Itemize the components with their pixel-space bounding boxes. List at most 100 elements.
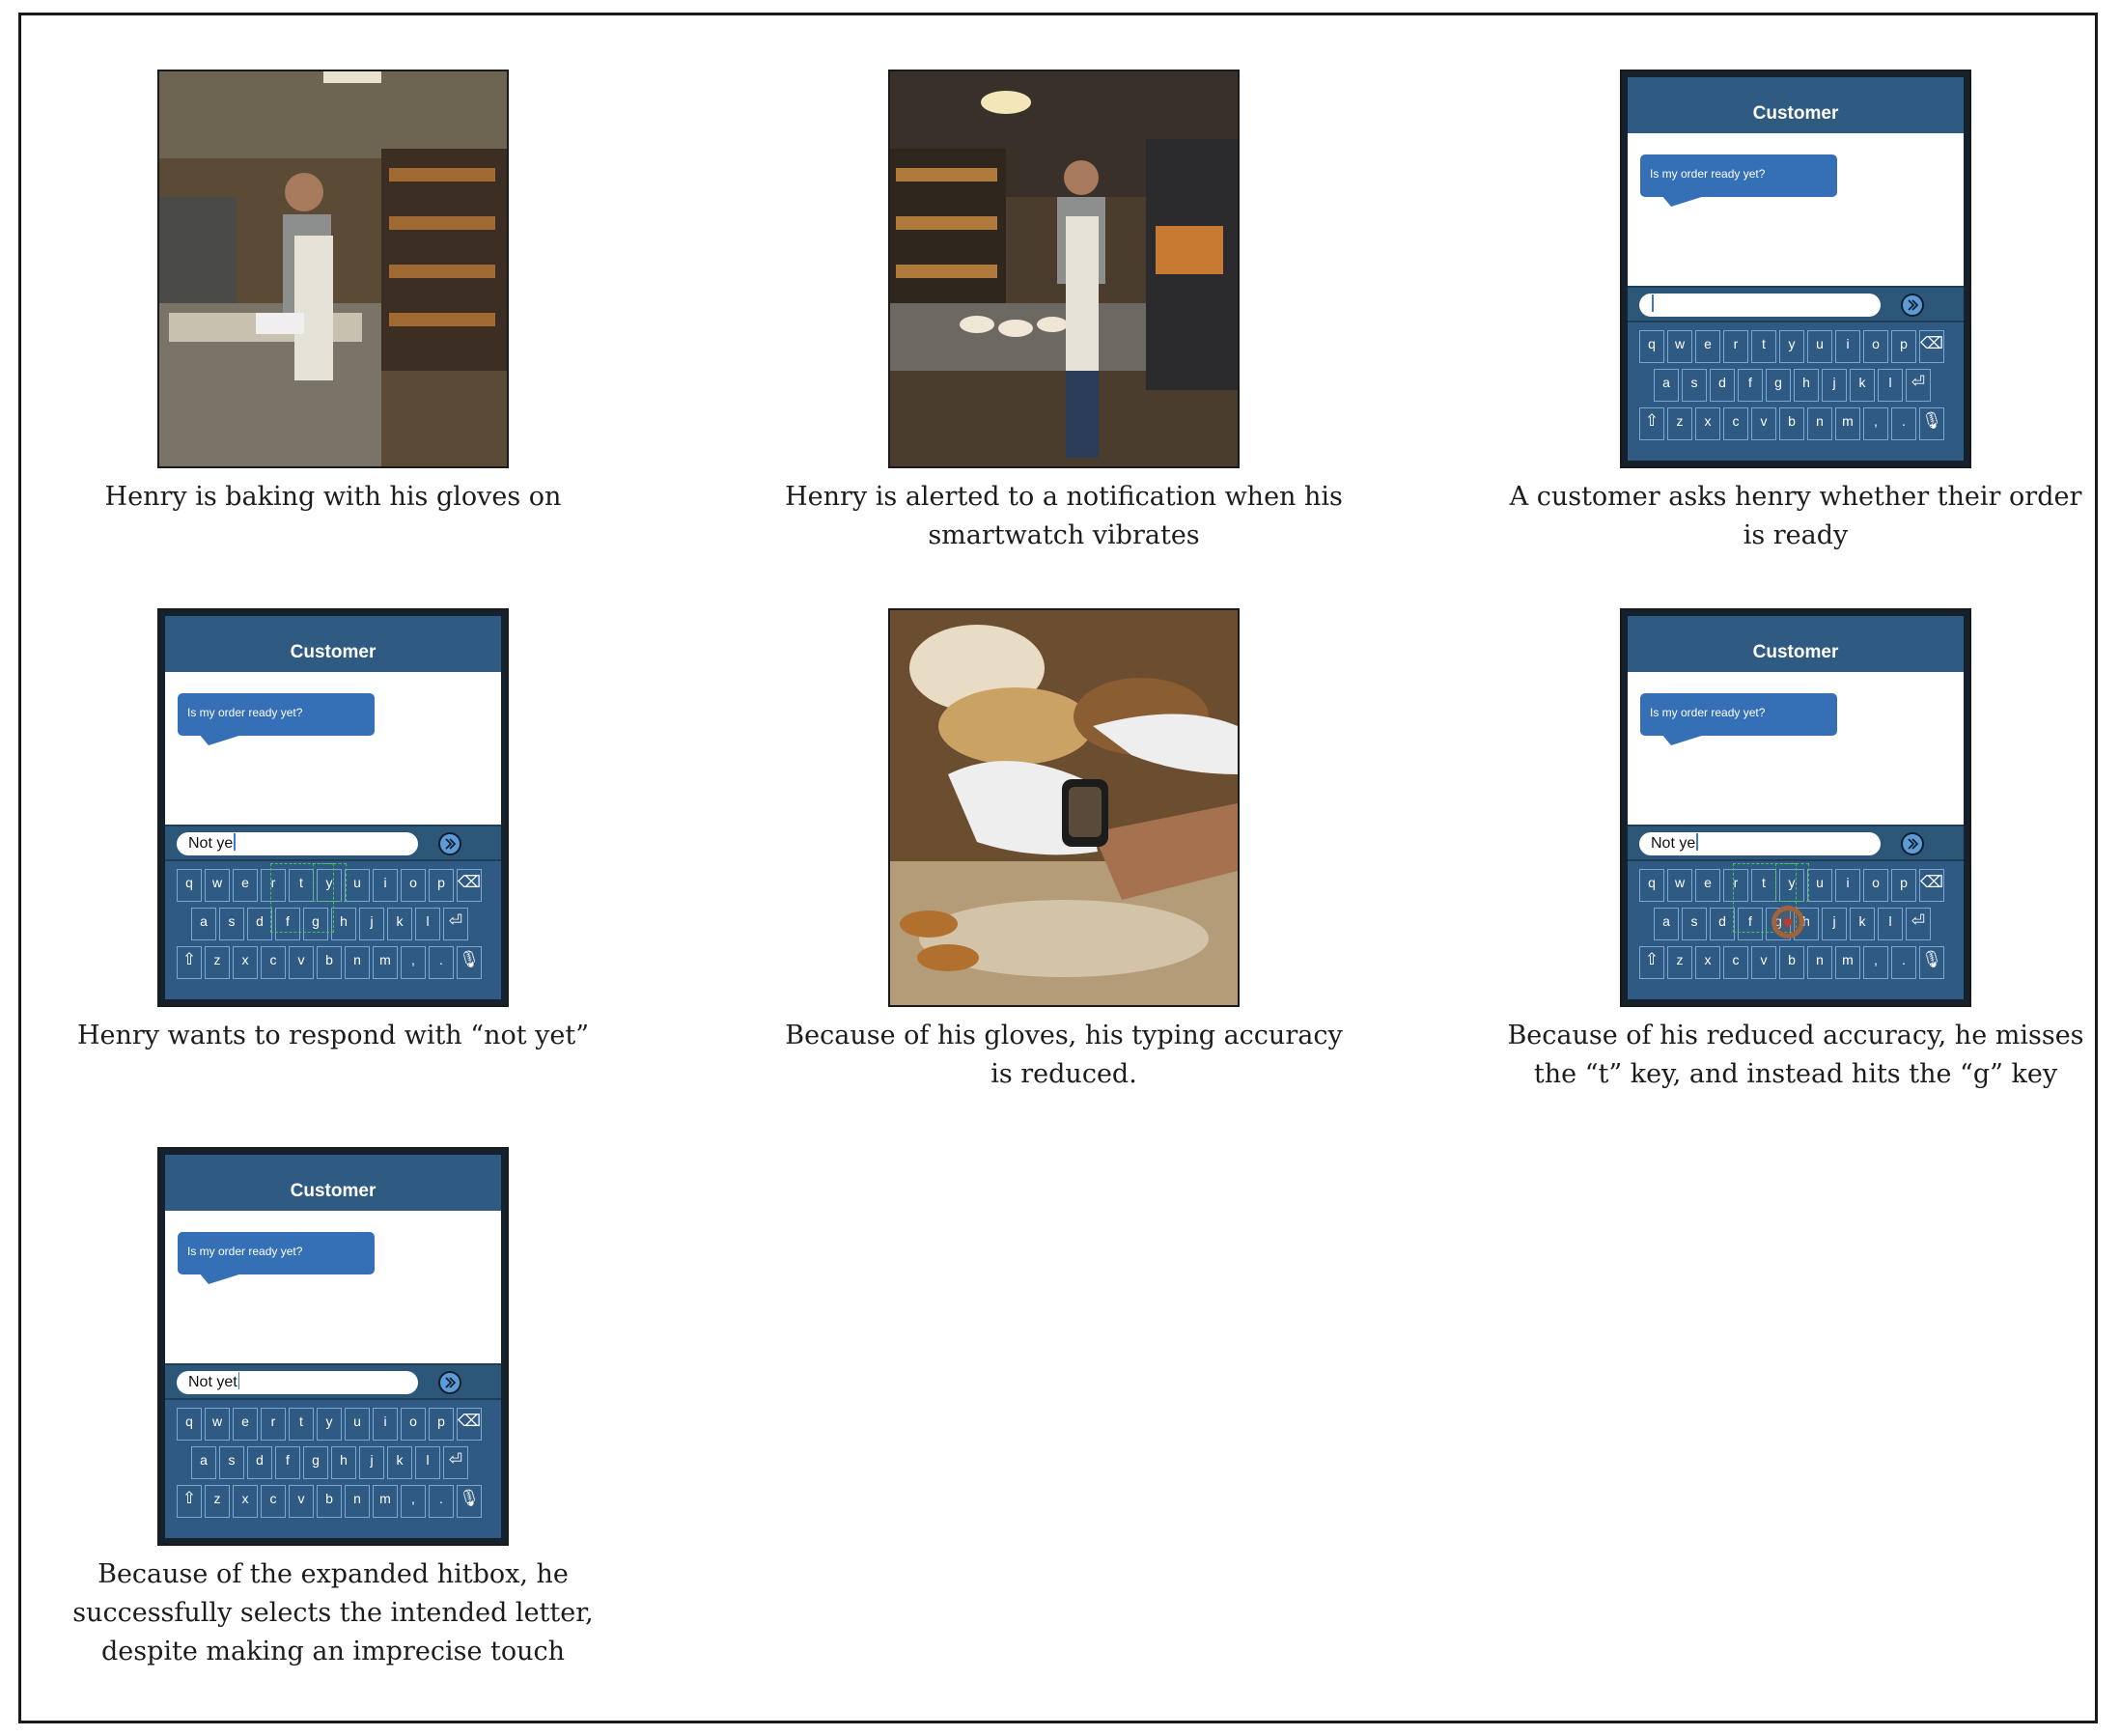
key-s[interactable]: s bbox=[1682, 369, 1707, 402]
key-w[interactable]: w bbox=[1667, 330, 1692, 363]
backspace-icon[interactable]: ⌫ bbox=[1919, 330, 1944, 363]
key-l[interactable]: l bbox=[1878, 369, 1903, 402]
key-d[interactable]: d bbox=[247, 908, 272, 940]
key-u[interactable]: u bbox=[1807, 330, 1832, 363]
shift-icon[interactable]: ⇧ bbox=[177, 1485, 202, 1518]
key-y[interactable]: y bbox=[317, 1408, 342, 1441]
key-n[interactable]: n bbox=[345, 1485, 370, 1518]
key-c[interactable]: c bbox=[1723, 407, 1748, 440]
send-button[interactable] bbox=[438, 1371, 461, 1394]
key-v[interactable]: v bbox=[289, 946, 314, 979]
key-u[interactable]: u bbox=[345, 869, 370, 902]
key-b[interactable]: b bbox=[317, 946, 342, 979]
key-z[interactable]: z bbox=[205, 946, 230, 979]
key-k[interactable]: k bbox=[1850, 908, 1875, 940]
backspace-icon[interactable]: ⌫ bbox=[1919, 869, 1944, 902]
key-p[interactable]: p bbox=[429, 1408, 454, 1441]
enter-icon[interactable]: ⏎ bbox=[1906, 908, 1931, 940]
shift-icon[interactable]: ⇧ bbox=[1639, 407, 1664, 440]
backspace-icon[interactable]: ⌫ bbox=[457, 1408, 482, 1441]
key-i[interactable]: i bbox=[1835, 869, 1860, 902]
message-input[interactable]: Not ye bbox=[1639, 832, 1881, 855]
key-k[interactable]: k bbox=[1850, 369, 1875, 402]
key-c[interactable]: c bbox=[261, 946, 286, 979]
key-q[interactable]: q bbox=[1639, 330, 1664, 363]
key-i[interactable]: i bbox=[1835, 330, 1860, 363]
key-t[interactable]: t bbox=[289, 1408, 314, 1441]
shift-icon[interactable]: ⇧ bbox=[177, 946, 202, 979]
key-o[interactable]: o bbox=[1863, 869, 1888, 902]
key-o[interactable]: o bbox=[401, 869, 426, 902]
key-l[interactable]: l bbox=[1878, 908, 1903, 940]
key-o[interactable]: o bbox=[1863, 330, 1888, 363]
key-t[interactable]: t bbox=[1751, 330, 1776, 363]
key-x[interactable]: x bbox=[1695, 946, 1720, 979]
key-h[interactable]: h bbox=[331, 908, 356, 940]
key-b[interactable]: b bbox=[1779, 407, 1804, 440]
key-x[interactable]: x bbox=[233, 1485, 258, 1518]
key-x[interactable]: x bbox=[1695, 407, 1720, 440]
key-k[interactable]: k bbox=[387, 1446, 412, 1479]
key-j[interactable]: j bbox=[359, 1446, 384, 1479]
key-e[interactable]: e bbox=[233, 869, 258, 902]
key-s[interactable]: s bbox=[1682, 908, 1707, 940]
key-d[interactable]: d bbox=[247, 1446, 272, 1479]
key-g[interactable]: g bbox=[303, 1446, 328, 1479]
key-v[interactable]: v bbox=[289, 1485, 314, 1518]
key-d[interactable]: d bbox=[1710, 908, 1735, 940]
message-input[interactable]: Not ye bbox=[177, 832, 418, 855]
key-n[interactable]: n bbox=[1807, 407, 1832, 440]
key-q[interactable]: q bbox=[1639, 869, 1664, 902]
key-z[interactable]: z bbox=[205, 1485, 230, 1518]
key-comma[interactable]: , bbox=[401, 1485, 426, 1518]
key-c[interactable]: c bbox=[261, 1485, 286, 1518]
key-o[interactable]: o bbox=[401, 1408, 426, 1441]
key-f[interactable]: f bbox=[1738, 369, 1763, 402]
key-k[interactable]: k bbox=[387, 908, 412, 940]
shift-icon[interactable]: ⇧ bbox=[1639, 946, 1664, 979]
key-w[interactable]: w bbox=[205, 869, 230, 902]
key-w[interactable]: w bbox=[1667, 869, 1692, 902]
key-z[interactable]: z bbox=[1667, 407, 1692, 440]
key-r[interactable]: r bbox=[261, 1408, 286, 1441]
key-s[interactable]: s bbox=[219, 1446, 244, 1479]
key-period[interactable]: . bbox=[1891, 407, 1916, 440]
microphone-icon[interactable]: 🎙 bbox=[457, 1485, 482, 1518]
key-period[interactable]: . bbox=[429, 1485, 454, 1518]
key-x[interactable]: x bbox=[233, 946, 258, 979]
key-v[interactable]: v bbox=[1751, 946, 1776, 979]
key-i[interactable]: i bbox=[373, 1408, 398, 1441]
send-button[interactable] bbox=[1901, 832, 1924, 855]
key-comma[interactable]: , bbox=[1863, 407, 1888, 440]
key-z[interactable]: z bbox=[1667, 946, 1692, 979]
key-m[interactable]: m bbox=[1835, 946, 1860, 979]
microphone-icon[interactable]: 🎙 bbox=[1919, 407, 1944, 440]
enter-icon[interactable]: ⏎ bbox=[443, 1446, 468, 1479]
key-b[interactable]: b bbox=[317, 1485, 342, 1518]
key-v[interactable]: v bbox=[1751, 407, 1776, 440]
key-a[interactable]: a bbox=[1654, 908, 1679, 940]
key-d[interactable]: d bbox=[1710, 369, 1735, 402]
key-r[interactable]: r bbox=[1723, 330, 1748, 363]
key-period[interactable]: . bbox=[429, 946, 454, 979]
key-j[interactable]: j bbox=[1822, 908, 1847, 940]
key-e[interactable]: e bbox=[233, 1408, 258, 1441]
key-j[interactable]: j bbox=[359, 908, 384, 940]
key-m[interactable]: m bbox=[373, 946, 398, 979]
key-n[interactable]: n bbox=[1807, 946, 1832, 979]
enter-icon[interactable]: ⏎ bbox=[1906, 369, 1931, 402]
key-b[interactable]: b bbox=[1779, 946, 1804, 979]
key-g[interactable]: g bbox=[1766, 369, 1791, 402]
key-u[interactable]: u bbox=[1807, 869, 1832, 902]
key-e[interactable]: e bbox=[1695, 869, 1720, 902]
key-h[interactable]: h bbox=[331, 1446, 356, 1479]
key-l[interactable]: l bbox=[415, 908, 440, 940]
key-h[interactable]: h bbox=[1794, 369, 1819, 402]
enter-icon[interactable]: ⏎ bbox=[443, 908, 468, 940]
key-p[interactable]: p bbox=[429, 869, 454, 902]
key-e[interactable]: e bbox=[1695, 330, 1720, 363]
key-a[interactable]: a bbox=[191, 1446, 216, 1479]
key-f[interactable]: f bbox=[275, 1446, 300, 1479]
key-q[interactable]: q bbox=[177, 1408, 202, 1441]
key-p[interactable]: p bbox=[1891, 869, 1916, 902]
